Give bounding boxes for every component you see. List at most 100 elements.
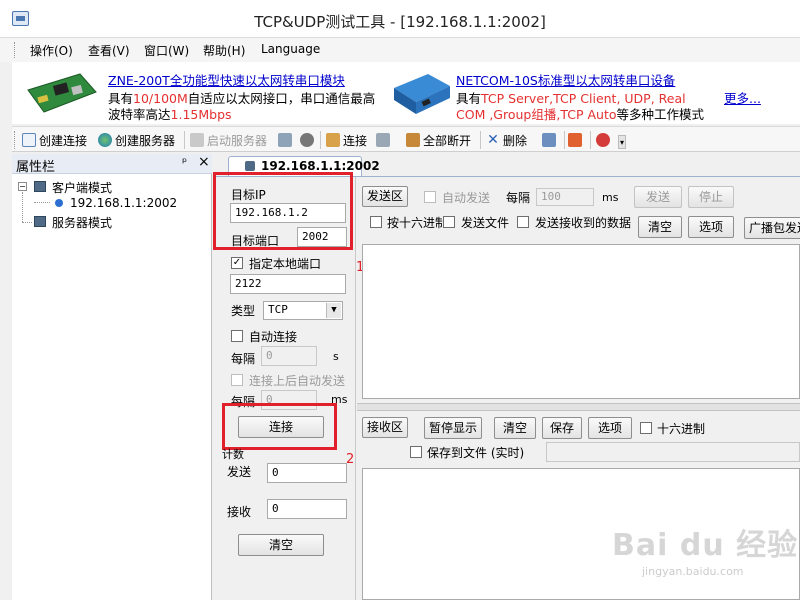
specify-local-port-checkbox[interactable]: ✓	[231, 257, 243, 269]
delete-button[interactable]: ✕ 删除	[486, 131, 527, 149]
create-connection-label: 创建连接	[39, 133, 88, 148]
disconnect-all-button[interactable]: 全部断开	[406, 131, 471, 149]
computer-icon	[34, 181, 46, 192]
ad1-link-text[interactable]: ZNE-200T全功能型快速以太网转串口模块	[108, 73, 345, 88]
local-port-input[interactable]: 2122	[230, 274, 346, 294]
module-board-image[interactable]	[24, 70, 100, 116]
tree-server-mode[interactable]: 服务器模式	[52, 214, 112, 231]
send-hex-checkbox[interactable]	[370, 216, 382, 228]
auto-send-after-connect-label: 连接上后自动发送	[249, 374, 346, 388]
auto-send-checkbox[interactable]	[424, 191, 436, 203]
tree-client-connection[interactable]: 192.168.1.1:2002	[70, 196, 177, 210]
dropdown-arrow-icon[interactable]: ▼	[326, 303, 341, 318]
toolbar-separator	[564, 131, 565, 149]
ad-banner: ZNE-200T全功能型快速以太网转串口模块 具有10/100M自适应以太网接口…	[12, 62, 800, 124]
stop-send-button[interactable]: 停止	[688, 186, 734, 208]
ad2-link-text[interactable]: NETCOM-10S标准型以太网转串口设备	[456, 73, 675, 88]
disconnect-icon	[376, 133, 390, 147]
pause-display-button[interactable]: 暂停显示	[424, 417, 482, 439]
tree-line	[22, 192, 23, 222]
send-interval-unit: ms	[602, 191, 619, 204]
ad1-line3-b: 1.15Mbps	[170, 107, 232, 122]
more-link-text[interactable]: 更多...	[724, 91, 761, 106]
disconnect-button[interactable]	[376, 131, 393, 149]
stop-circle-icon	[300, 133, 314, 147]
expand-toggle-icon[interactable]: −	[18, 182, 27, 191]
send-file-label: 发送文件	[461, 216, 510, 230]
start-server-button[interactable]: 启动服务器	[190, 131, 267, 149]
ad1-title-link[interactable]: ZNE-200T全功能型快速以太网转串口模块	[108, 70, 345, 89]
broadcast-send-button[interactable]: 广播包发送	[744, 217, 800, 239]
send-area-button[interactable]: 发送区	[362, 186, 408, 207]
toolbar-overflow-chevron-icon[interactable]: ▾	[618, 135, 626, 149]
menu-help[interactable]: 帮助(H)	[203, 42, 245, 59]
send-button[interactable]: 发送	[634, 186, 682, 208]
help-button[interactable]	[596, 131, 613, 149]
type-select[interactable]: TCP ▼	[263, 301, 343, 320]
connection-settings-button[interactable]	[278, 131, 295, 149]
create-server-button[interactable]: 创建服务器	[98, 131, 175, 149]
connection-icon	[245, 161, 255, 171]
recv-clear-button[interactable]: 清空	[494, 417, 536, 439]
type-select-value: TCP	[268, 303, 288, 316]
clear-count-button[interactable]: 清空	[238, 534, 324, 556]
ad2-title-link[interactable]: NETCOM-10S标准型以太网转串口设备	[456, 70, 675, 89]
connect-button[interactable]: 连接	[326, 131, 367, 149]
receive-area-button[interactable]: 接收区	[362, 417, 408, 438]
save-to-file-checkbox[interactable]	[410, 446, 422, 458]
send-interval-input[interactable]: 100	[536, 188, 594, 206]
send-count-field: 0	[267, 463, 347, 483]
network-icon	[278, 133, 292, 147]
menu-operate[interactable]: 操作(O)	[30, 42, 73, 59]
auto-connect-interval-unit: s	[333, 350, 339, 363]
auto-connect-interval-input[interactable]: 0	[261, 346, 317, 366]
send-textarea[interactable]	[362, 244, 800, 399]
disconnect-all-label: 全部断开	[423, 133, 472, 148]
tree-client-mode[interactable]: 客户端模式	[52, 179, 112, 196]
menu-view[interactable]: 查看(V)	[88, 42, 130, 59]
menu-language[interactable]: Language	[261, 42, 320, 56]
send-clear-button[interactable]: 清空	[638, 216, 682, 238]
pin-icon[interactable]: ᵖ	[182, 155, 187, 169]
ad2-line3-b: COM ,Group组播,TCP Auto	[456, 107, 617, 122]
menu-grip	[14, 42, 16, 58]
type-label: 类型	[231, 304, 256, 318]
count-label: 计数	[222, 448, 244, 461]
send-options-button[interactable]: 选项	[688, 216, 734, 238]
area-splitter[interactable]	[357, 403, 800, 411]
new-connection-icon	[22, 133, 36, 147]
close-icon[interactable]: ×	[198, 154, 210, 170]
connection-dot-icon	[55, 199, 63, 207]
delete-label: 删除	[503, 133, 528, 148]
auto-connect-checkbox[interactable]	[231, 330, 243, 342]
recv-hex-checkbox[interactable]	[640, 422, 652, 434]
baidu-watermark-url: jingyan.baidu.com	[642, 565, 744, 578]
more-link[interactable]: 更多...	[724, 88, 761, 107]
start-server-label: 启动服务器	[207, 133, 268, 148]
tree-line	[22, 222, 32, 223]
auto-send-after-connect-checkbox[interactable]	[231, 374, 243, 386]
help-icon	[596, 133, 610, 147]
connect-label: 连接	[343, 133, 368, 148]
toolbar-separator	[184, 131, 185, 149]
ad1-line3: 波特率高达1.15Mbps	[108, 104, 232, 123]
send-received-checkbox[interactable]	[517, 216, 529, 228]
create-connection-button[interactable]: 创建连接	[22, 131, 87, 149]
menu-window[interactable]: 窗口(W)	[144, 42, 189, 59]
auto-connect-interval-label: 每隔	[231, 352, 256, 366]
power-button[interactable]	[568, 131, 585, 149]
delete-x-icon: ✕	[487, 132, 499, 148]
ad1-line3-a: 波特率高达	[108, 107, 171, 122]
send-file-checkbox[interactable]	[443, 216, 455, 228]
computer-icon	[34, 216, 46, 227]
netcom-device-image[interactable]	[388, 66, 454, 120]
disconnect-all-icon	[406, 133, 420, 147]
recv-save-button[interactable]: 保存	[542, 417, 582, 439]
recv-options-button[interactable]: 选项	[588, 417, 632, 439]
ad2-line3: COM ,Group组播,TCP Auto等多种工作模式	[456, 104, 704, 123]
baidu-watermark: Bai du 经验	[612, 528, 799, 563]
stop-button[interactable]	[300, 131, 317, 149]
settings-button[interactable]	[542, 131, 559, 149]
save-file-path-field[interactable]	[546, 442, 800, 462]
property-panel-title: 属性栏	[16, 160, 56, 175]
